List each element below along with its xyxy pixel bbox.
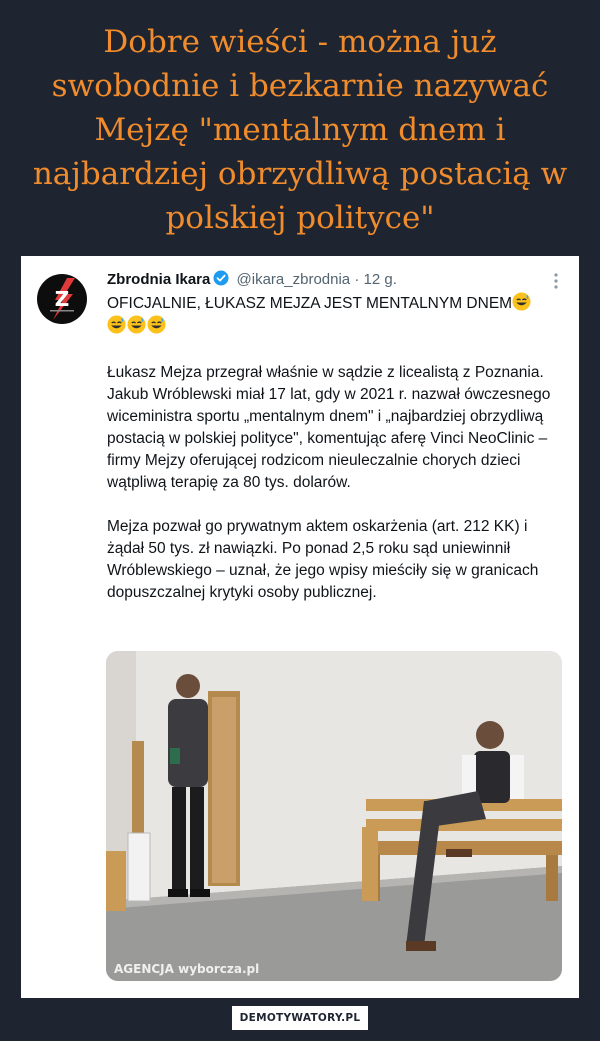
tweet-lead-text: OFICJALNIE, ŁUKASZ MEJZA JEST MENTALNYM … [107,295,513,312]
sweat-smile-emoji-icon [147,315,166,334]
author-row: Zbrodnia Ikara @ikara_zbrodnia · 12 g. [107,270,397,290]
tweet-time[interactable]: 12 g. [364,271,397,288]
tweet-paragraph: Łukasz Mejza przegrał właśnie w sądzie z… [107,364,551,491]
meme-title: Dobre wieści - można już swobodnie i bez… [32,24,568,236]
tweet-card: Z Zbrodnia Ikara @ikara_zbrodnia · 12 g.… [21,256,579,998]
watermark-badge[interactable]: DEMOTYWATORY.PL [232,1006,368,1030]
sweat-smile-emoji-icon [512,292,531,311]
tweet-photo[interactable]: AGENCJA wyborcza.pl [106,651,562,981]
time-separator: · [350,271,364,288]
avatar[interactable]: Z [37,274,87,324]
sweat-smile-emoji-icon [107,315,126,334]
verified-badge-icon [213,270,229,290]
author-name[interactable]: Zbrodnia Ikara [107,271,210,288]
tweet-body: Łukasz Mejza przegrał właśnie w sądzie z… [107,362,567,626]
sweat-smile-emoji-icon [127,315,146,334]
author-handle[interactable]: @ikara_zbrodnia [237,271,351,288]
watermark-text: DEMOTYWATORY.PL [239,1012,361,1024]
tweet-paragraph: Mejza pozwał go prywatnym aktem oskarżen… [107,518,539,601]
tweet-lead: OFICJALNIE, ŁUKASZ MEJZA JEST MENTALNYM … [107,292,567,338]
avatar-letter: Z [55,287,70,311]
more-dots-icon[interactable] [547,272,565,290]
photo-credit: AGENCJA wyborcza.pl [114,962,259,976]
